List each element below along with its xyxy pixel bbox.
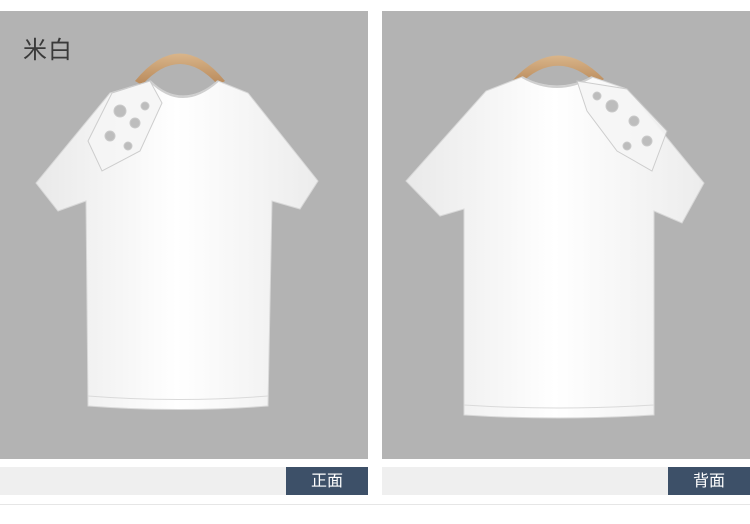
front-photo-panel: 米白 — [0, 11, 368, 459]
front-view-tag: 正面 — [286, 467, 368, 495]
back-photo-panel — [382, 11, 750, 459]
back-view-tag: 背面 — [668, 467, 750, 495]
tshirt-body — [35, 80, 319, 410]
hanger-shape — [135, 53, 225, 85]
front-tshirt-image — [35, 53, 319, 410]
bottom-divider — [0, 504, 750, 505]
color-name-label: 米白 — [23, 36, 73, 64]
back-tshirt-image — [405, 55, 705, 419]
